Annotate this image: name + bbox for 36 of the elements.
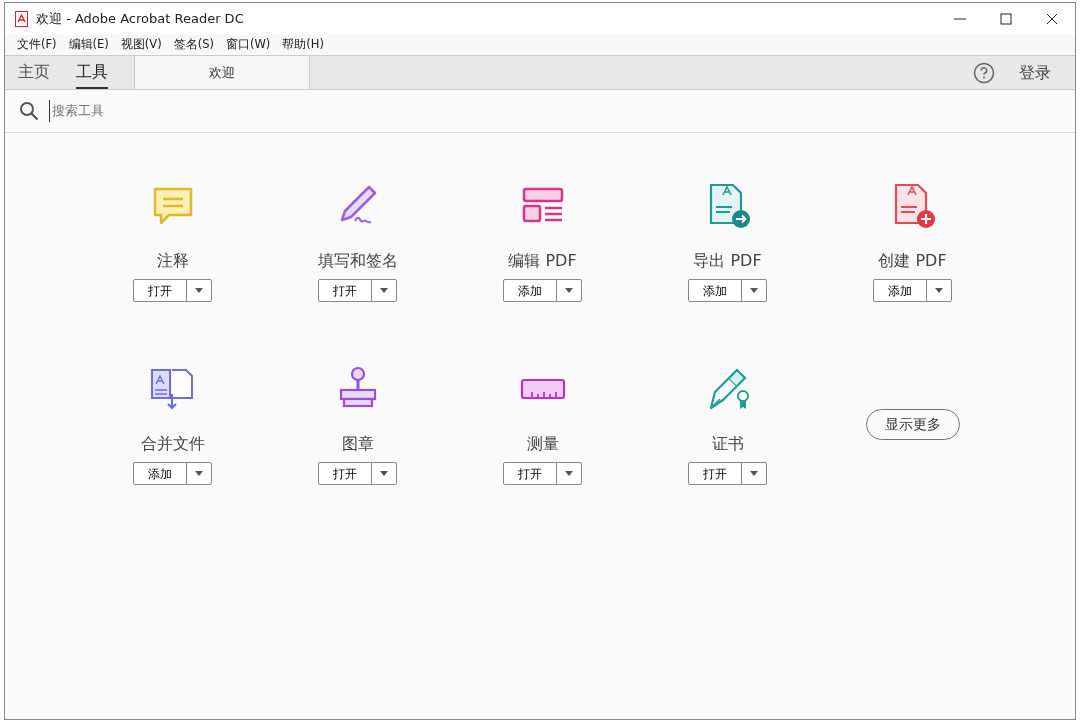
caret-icon [195,288,203,293]
caret-icon [565,471,573,476]
menu-item[interactable]: 视图(V) [114,36,168,54]
menu-item[interactable]: 签名(S) [167,36,220,54]
tab[interactable]: 主页 [18,56,50,89]
caret-icon [565,288,573,293]
tool-name: 合并文件 [140,433,205,455]
caret-icon [750,288,758,293]
show-more-button[interactable]: 显示更多 [865,409,960,440]
tool-name: 测量 [526,433,559,455]
caret-icon [750,471,758,476]
sign-in-link[interactable]: 登录 [1019,60,1051,85]
tool-name: 证书 [711,433,744,455]
tool-name: 编辑 PDF [508,250,577,272]
tool-name: 导出 PDF [693,250,762,272]
menu-item[interactable]: 窗口(W) [219,36,277,54]
document-tab[interactable]: 欢迎 [134,56,310,89]
close-icon [1046,13,1058,25]
tab[interactable]: 工具 [76,56,108,89]
caret-icon [380,288,388,293]
caret-icon [935,288,943,293]
caret-icon [380,471,388,476]
menu-item[interactable]: 文件(F) [11,36,63,54]
help-icon[interactable] [973,61,995,84]
window-title: 欢迎 - Adobe Acrobat Reader DC [36,10,244,29]
search-icon [19,101,39,121]
menu-item[interactable]: 帮助(H) [276,36,330,54]
menu-item[interactable]: 编辑(E) [62,36,115,54]
app-logo-icon [15,11,28,27]
tool-name: 注释 [156,250,189,272]
search-field[interactable]: 搜索工具 [49,100,349,122]
tool-name: 创建 PDF [878,250,947,272]
tool-name: 填写和签名 [317,250,398,272]
maximize-icon [1000,13,1012,25]
caret-icon [195,471,203,476]
tool-name: 图章 [341,433,374,455]
